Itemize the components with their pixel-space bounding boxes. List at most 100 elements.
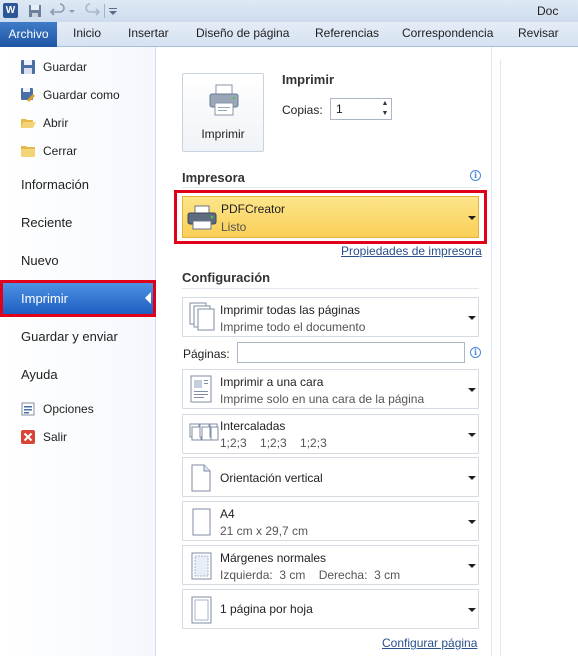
quick-save-icon[interactable] (27, 3, 43, 19)
title-bar: W Doc (0, 0, 578, 22)
print-range-title: Imprimir todas las páginas (220, 303, 361, 317)
print-button-label: Imprimir (201, 127, 245, 141)
copies-stepper[interactable]: 1 ▲ ▼ (330, 98, 392, 120)
nav-tab-imprimir[interactable]: Imprimir (0, 280, 156, 317)
nav-salir[interactable]: Salir (20, 427, 67, 447)
copies-value: 1 (336, 102, 343, 116)
nav-cerrar-label: Cerrar (43, 144, 78, 158)
print-section-title: Imprimir (282, 72, 335, 87)
tab-referencias[interactable]: Referencias (315, 26, 379, 40)
portrait-icon (191, 464, 211, 492)
chevron-down-icon (468, 388, 476, 392)
printer-properties-link[interactable]: Propiedades de impresora (341, 244, 482, 258)
sides-title: Imprimir a una cara (220, 375, 324, 389)
nav-guardar-como[interactable]: Guardar como (20, 85, 120, 105)
redo-icon[interactable] (84, 3, 100, 19)
nav-salir-label: Salir (43, 430, 68, 444)
sides-dropdown[interactable]: Imprimir a una cara Imprime solo en una … (182, 369, 479, 409)
printer-dropdown[interactable]: PDFCreator Listo (182, 196, 479, 238)
nav-opciones[interactable]: Opciones (20, 399, 94, 419)
paper-size-subtitle: 21 cm x 29,7 cm (220, 524, 309, 538)
chevron-down-icon (468, 216, 476, 220)
nav-cerrar[interactable]: Cerrar (20, 141, 77, 161)
printer-section-title: Impresora (182, 170, 245, 185)
orientation-title: Orientación vertical (220, 471, 323, 485)
chevron-down-icon (468, 316, 476, 320)
divider (182, 187, 479, 188)
tab-revisar[interactable]: Revisar (518, 26, 559, 40)
printer-status: Listo (221, 220, 247, 234)
tab-correspondencia[interactable]: Correspondencia (402, 26, 493, 40)
spin-up-icon[interactable]: ▲ (379, 99, 391, 109)
copies-label: Copias: (282, 103, 323, 117)
print-preview-page[interactable] (500, 60, 578, 656)
margins-icon (191, 552, 212, 580)
tab-archivo[interactable]: Archivo (0, 22, 57, 47)
paper-size-title: A4 (220, 507, 235, 521)
margins-dropdown[interactable]: Márgenes normales Izquierda: 3 cm Derech… (182, 545, 479, 585)
collation-subtitle: 1;2;3 1;2;3 1;2;3 (220, 436, 327, 450)
collation-dropdown[interactable]: Intercaladas 1;2;3 1;2;3 1;2;3 (182, 414, 479, 454)
nav-tab-guardar-y-enviar[interactable]: Guardar y enviar (21, 329, 118, 344)
nav-abrir-label: Abrir (43, 116, 69, 130)
sides-subtitle: Imprime solo en una cara de la página (220, 392, 425, 406)
tab-inicio[interactable]: Inicio (73, 26, 101, 40)
config-section-title: Configuración (182, 270, 271, 285)
paper-size-dropdown[interactable]: A4 21 cm x 29,7 cm (182, 501, 479, 541)
save-icon (20, 59, 36, 75)
undo-dropdown-icon[interactable] (68, 3, 84, 19)
collation-title: Intercaladas (220, 419, 286, 433)
spin-down-icon[interactable]: ▼ (379, 109, 391, 119)
nav-abrir[interactable]: Abrir (20, 113, 68, 133)
qat-separator (104, 4, 105, 18)
printer-name: PDFCreator (221, 202, 286, 216)
printer-icon (209, 84, 239, 116)
nav-guardar-label: Guardar (43, 60, 88, 74)
ribbon-tabs: Archivo Inicio Insertar Diseño de página… (0, 22, 578, 47)
nav-tab-imprimir-label: Imprimir (21, 291, 68, 306)
pages-per-sheet-title: 1 página por hoja (220, 602, 313, 616)
undo-icon[interactable] (50, 3, 66, 19)
exit-icon (20, 429, 36, 445)
customize-qat-icon[interactable] (108, 3, 124, 19)
pages-info-icon[interactable]: i (470, 347, 481, 358)
page-setup-link[interactable]: Configurar página (382, 636, 477, 650)
tab-diseno-de-pagina[interactable]: Diseño de página (196, 26, 289, 40)
pages-input[interactable] (237, 342, 465, 363)
print-button[interactable]: Imprimir (182, 73, 264, 152)
pages-per-sheet-icon (191, 596, 212, 624)
nav-guardar-como-label: Guardar como (43, 88, 120, 102)
open-folder-icon (20, 115, 36, 131)
save-as-icon (20, 87, 36, 103)
word-logo-icon[interactable]: W (3, 3, 18, 18)
paper-size-icon (192, 508, 211, 536)
collated-icon (189, 423, 219, 441)
nav-guardar[interactable]: Guardar (20, 57, 87, 77)
divider (182, 288, 479, 289)
document-title: Doc (537, 4, 559, 18)
print-range-dropdown[interactable]: Imprimir todas las páginas Imprime todo … (182, 297, 479, 337)
chevron-down-icon (468, 476, 476, 480)
chevron-down-icon (468, 608, 476, 612)
backstage-nav (0, 47, 156, 656)
nav-tab-ayuda[interactable]: Ayuda (21, 367, 58, 382)
chevron-down-icon (468, 520, 476, 524)
tab-insertar[interactable]: Insertar (128, 26, 169, 40)
chevron-down-icon (468, 564, 476, 568)
pages-per-sheet-dropdown[interactable]: 1 página por hoja (182, 589, 479, 629)
chevron-down-icon (468, 433, 476, 437)
printer-info-icon[interactable]: i (470, 170, 481, 181)
nav-opciones-label: Opciones (43, 402, 94, 416)
one-sided-icon (190, 375, 212, 403)
orientation-dropdown[interactable]: Orientación vertical (182, 457, 479, 497)
nav-tab-reciente[interactable]: Reciente (21, 215, 72, 230)
close-folder-icon (20, 143, 36, 159)
margins-title: Márgenes normales (220, 551, 327, 565)
pages-label: Páginas: (183, 347, 230, 361)
all-pages-icon (189, 302, 215, 331)
print-range-subtitle: Imprime todo el documento (220, 320, 366, 334)
nav-tab-informacion[interactable]: Información (21, 177, 89, 192)
options-icon (20, 401, 36, 417)
pdf-printer-icon (187, 205, 217, 230)
nav-tab-nuevo[interactable]: Nuevo (21, 253, 59, 268)
